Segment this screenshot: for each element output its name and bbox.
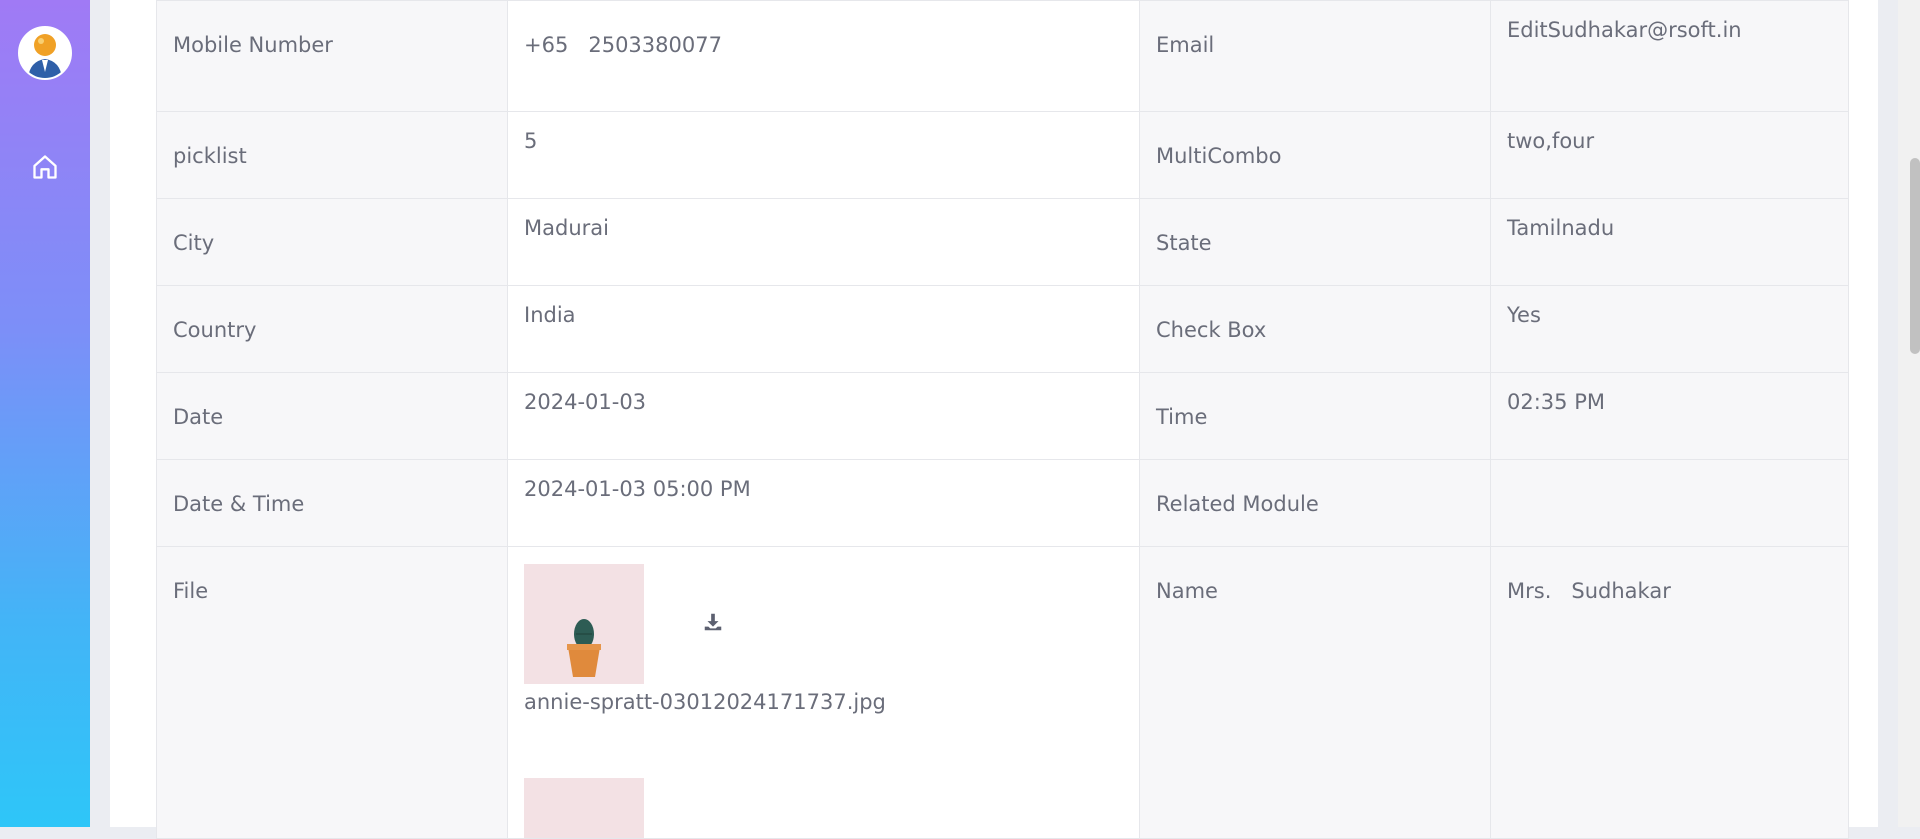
file-name[interactable]: annie-spratt-03012024171737.jpg (524, 690, 1123, 714)
field-value: Yes (1490, 285, 1849, 373)
scrollbar-track[interactable] (1898, 0, 1920, 827)
table-row: Date 2024-01-03 Time 02:35 PM (156, 372, 1849, 460)
field-value: Tamilnadu (1490, 198, 1849, 286)
field-label: City (156, 198, 508, 286)
table-row: Country India Check Box Yes (156, 285, 1849, 373)
field-label: Time (1139, 372, 1491, 460)
field-value: 2024-01-03 (507, 372, 1140, 460)
field-value (1490, 459, 1849, 547)
field-label: File (156, 546, 508, 839)
field-label: Check Box (1139, 285, 1491, 373)
download-icon[interactable] (702, 611, 724, 633)
field-label: Related Module (1139, 459, 1491, 547)
scrollbar-thumb[interactable] (1910, 158, 1920, 354)
field-value: two,four (1490, 111, 1849, 199)
field-value: 5 (507, 111, 1140, 199)
main-content: Mobile Number +65 2503380077 Email EditS… (110, 0, 1878, 839)
table-row: City Madurai State Tamilnadu (156, 198, 1849, 286)
field-label: State (1139, 198, 1491, 286)
field-value: Madurai (507, 198, 1140, 286)
file-value-cell: annie-spratt-03012024171737.jpg (507, 546, 1140, 839)
field-label: Email (1139, 0, 1491, 112)
page-edge (1878, 0, 1898, 827)
table-row: Mobile Number +65 2503380077 Email EditS… (156, 0, 1849, 112)
table-row: picklist 5 MultiCombo two,four (156, 111, 1849, 199)
table-row: Date & Time 2024-01-03 05:00 PM Related … (156, 459, 1849, 547)
field-value: 2024-01-03 05:00 PM (507, 459, 1140, 547)
file-attachment (524, 564, 1123, 684)
field-label: MultiCombo (1139, 111, 1491, 199)
field-label: Name (1139, 546, 1491, 839)
field-label: Mobile Number (156, 0, 508, 112)
user-avatar-icon[interactable] (18, 26, 72, 80)
field-value: 02:35 PM (1490, 372, 1849, 460)
file-thumbnail[interactable] (524, 564, 644, 684)
field-value: EditSudhakar@rsoft.in (1490, 0, 1849, 112)
field-value: India (507, 285, 1140, 373)
field-label: picklist (156, 111, 508, 199)
field-value: +65 2503380077 (507, 0, 1140, 112)
field-label: Date (156, 372, 508, 460)
field-label: Country (156, 285, 508, 373)
file-thumbnail[interactable] (524, 778, 644, 838)
field-label: Date & Time (156, 459, 508, 547)
record-details-table: Mobile Number +65 2503380077 Email EditS… (156, 0, 1849, 839)
home-icon[interactable] (31, 153, 59, 181)
sidebar (0, 0, 90, 827)
table-row: File annie-spratt-03012024171737.jpg Nam… (156, 546, 1849, 839)
field-value: Mrs. Sudhakar (1490, 546, 1849, 839)
